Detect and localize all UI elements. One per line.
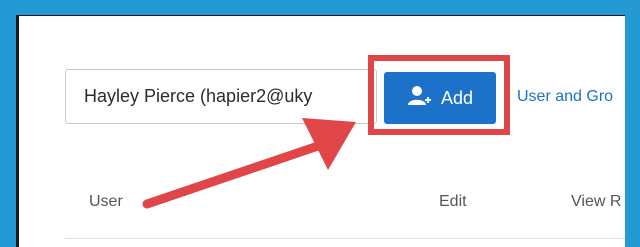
user-search-input[interactable]: Hayley Pierce (hapier2@uky [65, 69, 377, 124]
sharing-panel: Hayley Pierce (hapier2@uky Add User and … [16, 15, 625, 247]
add-user-icon [407, 84, 433, 113]
table-divider [65, 238, 625, 239]
add-button[interactable]: Add [384, 72, 496, 124]
column-header-edit[interactable]: Edit [439, 193, 467, 211]
column-header-view[interactable]: View R [571, 193, 621, 211]
user-and-groups-link[interactable]: User and Gro [517, 88, 613, 106]
user-search-value: Hayley Pierce (hapier2@uky [84, 86, 313, 106]
column-header-user[interactable]: User [89, 193, 123, 211]
add-button-label: Add [440, 87, 474, 108]
